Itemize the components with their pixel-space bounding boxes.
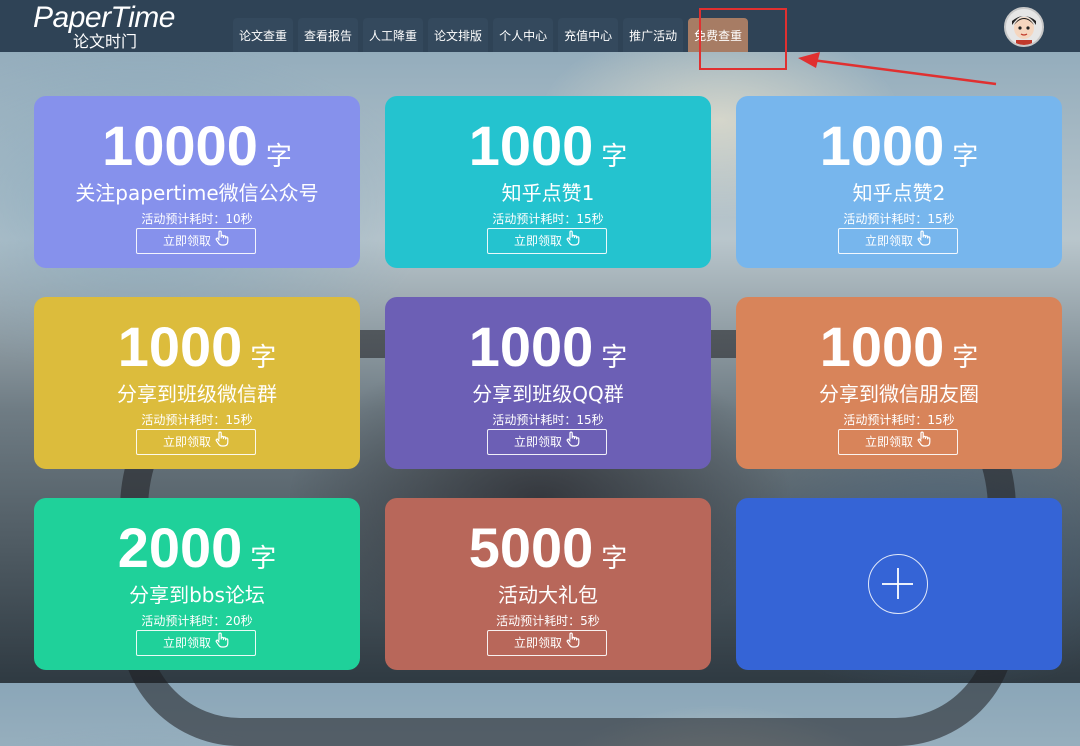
card-task: 分享到班级微信群 <box>117 382 277 406</box>
claim-button[interactable]: 立即领取 <box>136 429 256 455</box>
claim-button-label: 立即领取 <box>513 234 562 248</box>
hand-pointer-icon <box>566 431 580 455</box>
nav-recharge-center[interactable]: 充值中心 <box>558 18 619 52</box>
activity-card: 1000 字分享到微信朋友圈活动预计耗时：15秒立即领取 <box>736 297 1062 469</box>
claim-button[interactable]: 立即领取 <box>136 228 256 254</box>
claim-button-label: 立即领取 <box>513 636 562 650</box>
card-amount-row: 5000 字 <box>385 516 711 580</box>
claim-button-label: 立即领取 <box>162 234 211 248</box>
nav-promotion[interactable]: 推广活动 <box>623 18 684 52</box>
card-estimate: 活动预计耗时：15秒 <box>843 413 955 427</box>
top-navigation-bar: PaperTime 论文时门 论文查重 查看报告 人工降重 论文排版 个人中心 … <box>0 0 1080 52</box>
card-estimate: 活动预计耗时：15秒 <box>141 413 253 427</box>
claim-button[interactable]: 立即领取 <box>136 630 256 656</box>
claim-button-label: 立即领取 <box>162 435 211 449</box>
card-task: 分享到班级QQ群 <box>472 382 624 406</box>
card-unit: 字 <box>250 343 277 373</box>
claim-button[interactable]: 立即领取 <box>838 429 958 455</box>
nav-personal-center[interactable]: 个人中心 <box>493 18 554 52</box>
card-estimate: 活动预计耗时：10秒 <box>141 212 253 226</box>
card-unit: 字 <box>952 343 979 373</box>
logo-subtitle: 论文时门 <box>73 32 138 51</box>
hand-pointer-icon <box>566 632 580 656</box>
activity-card: 1000 字分享到班级微信群活动预计耗时：15秒立即领取 <box>34 297 360 469</box>
card-task: 关注papertime微信公众号 <box>75 181 319 205</box>
card-amount: 1000 <box>468 114 594 177</box>
logo-text: PaperTime <box>33 1 175 34</box>
card-task: 知乎点赞2 <box>852 181 946 205</box>
activity-card: 10000 字关注papertime微信公众号活动预计耗时：10秒立即领取 <box>34 96 360 268</box>
claim-button[interactable]: 立即领取 <box>487 228 607 254</box>
card-amount: 1000 <box>819 315 945 378</box>
card-unit: 字 <box>601 142 628 172</box>
nav-paper-check[interactable]: 论文查重 <box>233 18 294 52</box>
card-task: 分享到微信朋友圈 <box>819 382 979 406</box>
claim-button-label: 立即领取 <box>864 435 913 449</box>
activity-card: 1000 字分享到班级QQ群活动预计耗时：15秒立即领取 <box>385 297 711 469</box>
red-arrow-annotation <box>798 52 997 86</box>
card-task: 知乎点赞1 <box>501 181 595 205</box>
card-task: 分享到bbs论坛 <box>129 583 265 607</box>
card-amount-row: 10000 字 <box>34 114 360 178</box>
claim-button-label: 立即领取 <box>513 435 562 449</box>
card-unit: 字 <box>601 544 628 574</box>
avatar[interactable] <box>1004 7 1044 47</box>
add-activity-card[interactable] <box>736 498 1062 670</box>
card-estimate: 活动预计耗时：5秒 <box>496 614 600 628</box>
card-amount-row: 1000 字 <box>736 315 1062 379</box>
card-amount: 1000 <box>468 315 594 378</box>
user-avatar-icon <box>1006 9 1042 45</box>
hand-pointer-icon <box>215 431 229 455</box>
card-amount-row: 1000 字 <box>736 114 1062 178</box>
card-amount: 2000 <box>117 516 243 579</box>
card-amount-row: 1000 字 <box>385 315 711 379</box>
claim-button[interactable]: 立即领取 <box>487 630 607 656</box>
claim-button[interactable]: 立即领取 <box>838 228 958 254</box>
hand-pointer-icon <box>917 431 931 455</box>
activity-card: 5000 字活动大礼包 活动预计耗时：5秒 立即领取 <box>385 498 711 670</box>
card-amount-row: 1000 字 <box>34 315 360 379</box>
activity-card: 2000 字分享到bbs论坛活动预计耗时：20秒立即领取 <box>34 498 360 670</box>
card-amount-row: 1000 字 <box>385 114 711 178</box>
nav-manual-rewrite[interactable]: 人工降重 <box>363 18 424 52</box>
card-amount: 1000 <box>819 114 945 177</box>
hand-pointer-icon <box>917 230 931 254</box>
card-estimate: 活动预计耗时：15秒 <box>492 212 604 226</box>
hand-pointer-icon <box>566 230 580 254</box>
card-estimate: 活动预计耗时：15秒 <box>492 413 604 427</box>
activity-card: 1000 字知乎点赞2 活动预计耗时：15秒 立即领取 <box>736 96 1062 268</box>
highlight-box <box>699 8 787 70</box>
claim-button-label: 立即领取 <box>162 636 211 650</box>
logo[interactable]: PaperTime 论文时门 <box>33 3 175 51</box>
card-amount: 1000 <box>117 315 243 378</box>
nav-paper-format[interactable]: 论文排版 <box>428 18 489 52</box>
card-task: 活动大礼包 <box>498 583 598 607</box>
plus-icon <box>868 554 928 614</box>
card-unit: 字 <box>265 142 292 172</box>
card-amount-row: 2000 字 <box>34 516 360 580</box>
card-unit: 字 <box>250 544 277 574</box>
card-unit: 字 <box>952 142 979 172</box>
card-estimate: 活动预计耗时：20秒 <box>141 614 253 628</box>
hand-pointer-icon <box>215 632 229 656</box>
nav-view-report[interactable]: 查看报告 <box>298 18 359 52</box>
card-estimate: 活动预计耗时：15秒 <box>843 212 955 226</box>
hand-pointer-icon <box>215 230 229 254</box>
claim-button[interactable]: 立即领取 <box>487 429 607 455</box>
main-nav: 论文查重 查看报告 人工降重 论文排版 个人中心 充值中心 推广活动 免费查重 <box>233 18 749 52</box>
activity-card: 1000 字知乎点赞1 活动预计耗时：15秒 立即领取 <box>385 96 711 268</box>
card-unit: 字 <box>601 343 628 373</box>
card-amount: 10000 <box>102 114 258 177</box>
claim-button-label: 立即领取 <box>864 234 913 248</box>
card-amount: 5000 <box>468 516 594 579</box>
